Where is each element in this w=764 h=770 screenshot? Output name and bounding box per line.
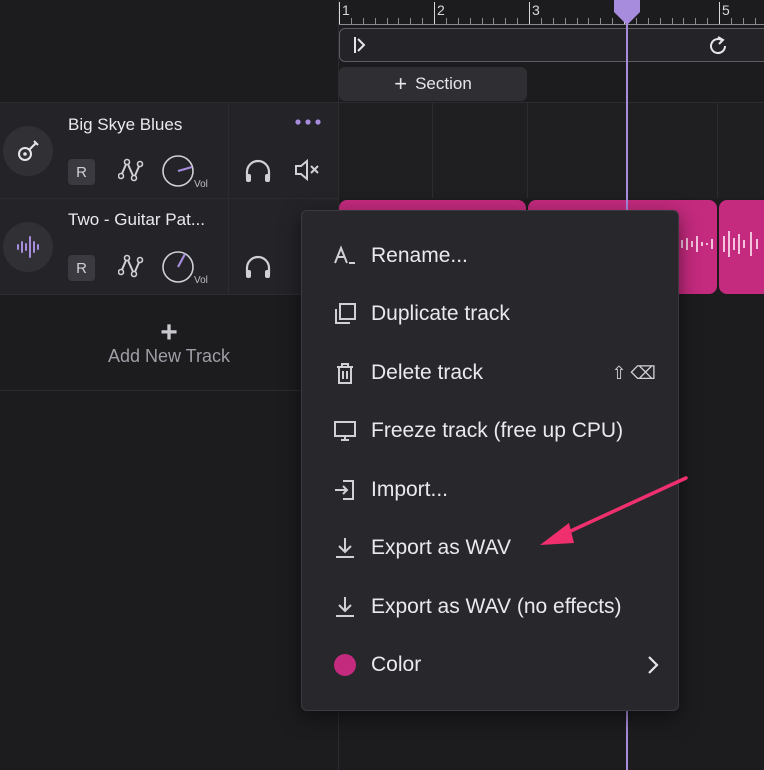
plus-icon: + (394, 71, 408, 96)
divider (228, 103, 229, 198)
loop-region-bar[interactable] (339, 28, 764, 62)
menu-item-label: Import... (371, 478, 449, 501)
menu-item-delete-track[interactable]: Delete track ⇧⌫ (302, 344, 678, 402)
menu-item-import[interactable]: Import... (302, 461, 678, 519)
waveform (681, 231, 758, 257)
lane-track-1[interactable] (339, 103, 764, 198)
bar-number-2: 2 (437, 2, 445, 18)
import-icon (332, 477, 358, 503)
bar-number-1: 1 (342, 2, 350, 18)
add-section-label: Section (415, 74, 472, 93)
divider (0, 294, 338, 295)
guitar-icon[interactable] (3, 126, 53, 176)
automation-icon[interactable] (118, 252, 144, 280)
automation-icon[interactable] (118, 156, 144, 184)
volume-label: Vol (194, 179, 208, 190)
headphones-icon[interactable] (244, 254, 272, 280)
menu-item-label: Export as WAV (371, 536, 512, 559)
ruler-baseline (339, 24, 764, 25)
menu-item-label: Duplicate track (371, 302, 510, 325)
timeline-ruler[interactable]: 1 2 3 5 (339, 0, 764, 26)
track-header-1[interactable]: Big Skye Blues R Vol (0, 103, 338, 198)
loop-start-icon[interactable] (352, 35, 368, 55)
duplicate-icon (332, 301, 358, 327)
menu-item-export-wav[interactable]: Export as WAV (302, 519, 678, 577)
divider (228, 199, 229, 294)
track-name[interactable]: Big Skye Blues (68, 115, 182, 135)
divider (0, 198, 338, 199)
record-arm-button[interactable]: R (68, 159, 95, 185)
menu-item-duplicate-track[interactable]: Duplicate track (302, 285, 678, 343)
menu-item-label: Export as WAV (no effects) (371, 595, 622, 618)
color-swatch (332, 652, 358, 678)
volume-knob[interactable] (161, 154, 197, 190)
add-new-track-label: Add New Track (107, 345, 231, 366)
add-section-button[interactable]: + Section (339, 67, 527, 101)
rename-icon (332, 243, 358, 269)
download-icon (332, 535, 358, 561)
menu-item-label: Delete track (371, 361, 484, 384)
ruler-major-tick (529, 2, 530, 24)
menu-item-export-wav-no-effects[interactable]: Export as WAV (no effects) (302, 578, 678, 636)
track-header-2[interactable]: Two - Guitar Pat... R Vol (0, 199, 338, 294)
record-arm-button[interactable]: R (68, 255, 95, 281)
headphones-icon[interactable] (244, 158, 272, 184)
volume-knob[interactable] (161, 250, 197, 286)
bar-number-3: 3 (532, 2, 540, 18)
menu-item-color[interactable]: Color (302, 636, 678, 694)
divider (0, 390, 338, 391)
loop-toggle-icon[interactable] (706, 34, 730, 58)
track-context-menu: Rename... Duplicate track Delete track ⇧… (301, 210, 679, 711)
download-icon (332, 594, 358, 620)
menu-item-label: Freeze track (free up CPU) (371, 419, 624, 442)
menu-item-label: Rename... (371, 244, 468, 267)
grid-line (527, 103, 528, 198)
grid-line (432, 103, 433, 198)
add-new-track-button[interactable]: + Add New Track (0, 296, 338, 390)
plus-icon: + (160, 315, 178, 349)
track-name[interactable]: Two - Guitar Pat... (68, 210, 205, 230)
chevron-right-icon (646, 655, 660, 675)
more-options-icon[interactable] (294, 118, 322, 126)
mute-icon[interactable] (293, 158, 321, 182)
ruler-major-tick (339, 2, 340, 24)
trash-icon (332, 360, 358, 386)
monitor-icon (332, 418, 358, 444)
waveform-icon[interactable] (3, 222, 53, 272)
menu-item-rename[interactable]: Rename... (302, 227, 678, 285)
playhead-handle[interactable] (613, 0, 641, 26)
ruler-major-tick (719, 2, 720, 24)
keyboard-shortcut: ⇧⌫ (611, 362, 660, 383)
menu-item-freeze-track[interactable]: Freeze track (free up CPU) (302, 402, 678, 460)
volume-label: Vol (194, 275, 208, 286)
grid-line (717, 103, 718, 198)
menu-item-label: Color (371, 653, 422, 676)
bar-number-5: 5 (722, 2, 730, 18)
ruler-major-tick (434, 2, 435, 24)
